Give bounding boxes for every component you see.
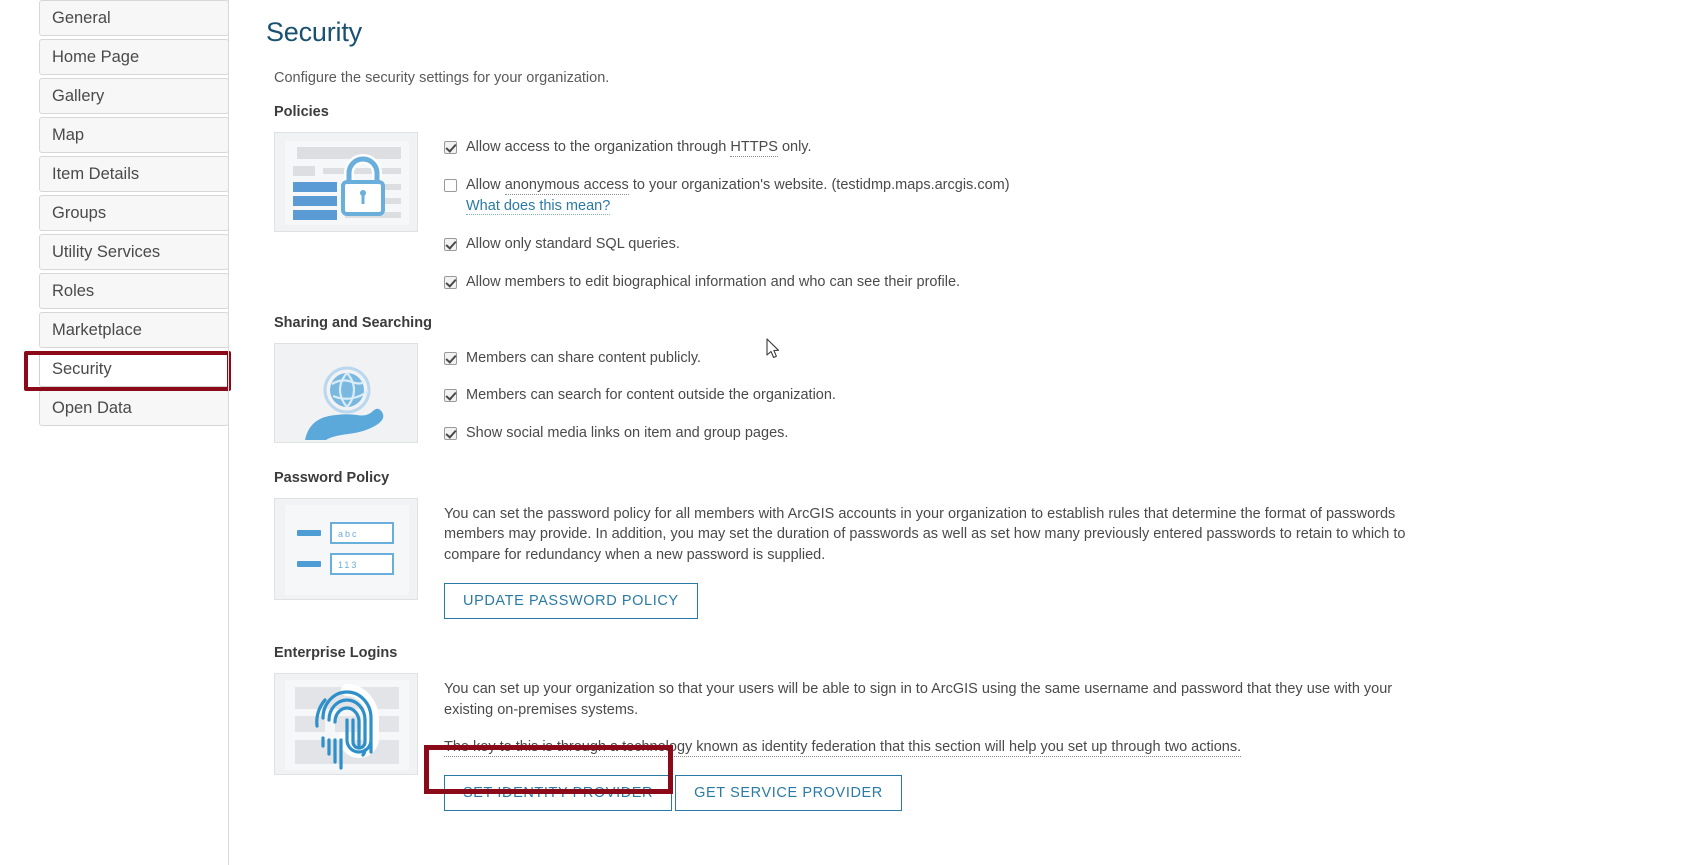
section-heading-sharing-and-searching: Sharing and Searching — [274, 314, 432, 331]
label-text-pre: Allow — [466, 176, 505, 193]
sidebar-item-label: Marketplace — [52, 321, 142, 339]
globe-in-hand-icon — [274, 342, 418, 443]
sidebar-divider — [228, 0, 229, 865]
set-identity-provider-button[interactable]: SET IDENTITY PROVIDER — [444, 775, 673, 812]
globe-in-hand-icon-graphic — [275, 343, 417, 442]
checkbox-members-share-publicly[interactable] — [444, 351, 457, 365]
password-policy-content: You can set the password policy for all … — [444, 498, 1662, 620]
main-content: Security Configure the security settings… — [256, 0, 1682, 865]
enterprise-logins-button-row: SET IDENTITY PROVIDER GET SERVICE PROVID… — [444, 757, 1662, 812]
enterprise-logins-content: You can set up your organization so that… — [444, 673, 1662, 812]
label-text-pre: Allow access to the organization through — [466, 139, 731, 155]
checkbox-label-edit-biographical-info: Allow members to edit biographical infor… — [466, 273, 961, 290]
page-subtitle: Configure the security settings for your… — [274, 70, 610, 86]
checkbox-label-share-publicly: Members can share content publicly. — [466, 349, 702, 366]
lock-document-icon-graphic — [285, 141, 409, 225]
fingerprint-icon — [274, 673, 418, 776]
sidebar-item-label: General — [52, 9, 111, 27]
checkbox-show-social-media-links[interactable] — [444, 427, 457, 441]
checkbox-row-share-publicly: Members can share content publicly. — [444, 349, 1662, 369]
password-form-icon-graphic: abc 113 — [275, 498, 417, 599]
checkbox-row-standard-sql: Allow only standard SQL queries. — [444, 235, 1662, 255]
sidebar-item-utility-services[interactable]: Utility Services — [39, 234, 229, 270]
checkbox-row-social-media-links: Show social media links on item and grou… — [444, 424, 1662, 444]
sidebar-item-home-page[interactable]: Home Page — [39, 39, 229, 75]
lock-document-icon — [274, 132, 418, 232]
sidebar-item-gallery[interactable]: Gallery — [39, 78, 229, 114]
checkbox-row-search-outside-org: Members can search for content outside t… — [444, 386, 1662, 406]
policies-checkbox-list: Allow access to the organization through… — [444, 132, 1662, 293]
fingerprint-icon-graphic — [275, 674, 417, 775]
checkbox-label-https-only: Allow access to the organization through… — [466, 138, 812, 158]
checkbox-anonymous-access[interactable] — [444, 178, 457, 192]
page-title: Security — [266, 17, 362, 47]
enterprise-logins-description-1: You can set up your organization so that… — [444, 681, 1393, 719]
section-heading-enterprise-logins: Enterprise Logins — [274, 645, 398, 662]
security-settings-page: General Home Page Gallery Map Item Detai… — [0, 0, 1682, 865]
policies-section: Allow access to the organization through… — [266, 132, 1662, 293]
settings-sidebar: General Home Page Gallery Map Item Detai… — [39, 0, 229, 429]
get-service-provider-button[interactable]: GET SERVICE PROVIDER — [675, 775, 902, 812]
checkbox-label-social-media-links: Show social media links on item and grou… — [466, 425, 789, 442]
enterprise-logins-description-2-text: The key to this is through a technology … — [444, 738, 1242, 757]
section-heading-password-policy: Password Policy — [274, 469, 390, 486]
sidebar-item-label: Home Page — [52, 48, 140, 66]
sidebar-item-groups[interactable]: Groups — [39, 195, 229, 231]
sidebar-item-item-details[interactable]: Item Details — [39, 156, 229, 192]
sidebar-item-label: Groups — [52, 204, 107, 222]
update-password-policy-button[interactable]: UPDATE PASSWORD POLICY — [444, 583, 698, 620]
tooltip-term-https[interactable]: HTTPS — [730, 139, 778, 157]
password-policy-section: abc 113 You can set the password policy … — [266, 497, 1662, 620]
sidebar-item-label: Security — [52, 360, 112, 378]
password-form-icon: abc 113 — [274, 497, 418, 600]
checkbox-row-edit-biographical-info: Allow members to edit biographical infor… — [444, 273, 1662, 293]
sidebar-item-map[interactable]: Map — [39, 117, 229, 153]
svg-text:113: 113 — [338, 560, 358, 570]
checkbox-label-standard-sql: Allow only standard SQL queries. — [466, 236, 680, 253]
sidebar-item-label: Open Data — [52, 399, 132, 417]
sharing-section: Members can share content publicly. Memb… — [266, 342, 1662, 444]
sidebar-item-label: Roles — [52, 282, 95, 300]
checkbox-row-https-only: Allow access to the organization through… — [444, 138, 1662, 158]
enterprise-logins-description-2: The key to this is through a technology … — [444, 737, 1424, 758]
sidebar-item-label: Item Details — [52, 165, 140, 183]
checkbox-row-anonymous-access: Allow anonymous access to your organizat… — [444, 176, 1662, 217]
what-does-this-mean-link[interactable]: What does this mean? — [466, 198, 611, 216]
section-heading-policies: Policies — [274, 104, 329, 120]
sidebar-item-marketplace[interactable]: Marketplace — [39, 312, 229, 348]
label-text-post: only. — [777, 139, 812, 155]
checkbox-standard-sql-queries[interactable] — [444, 238, 457, 252]
checkbox-https-only[interactable] — [444, 141, 457, 154]
sidebar-item-general[interactable]: General — [39, 0, 229, 36]
sidebar-item-label: Gallery — [52, 87, 105, 105]
enterprise-logins-section: You can set up your organization so that… — [266, 673, 1662, 812]
sidebar-item-roles[interactable]: Roles — [39, 273, 229, 309]
checkbox-edit-biographical-info[interactable] — [444, 275, 457, 289]
tooltip-term-anonymous-access[interactable]: anonymous access — [504, 176, 629, 195]
checkbox-members-search-outside-org[interactable] — [444, 389, 457, 403]
sidebar-item-label: Utility Services — [52, 243, 161, 261]
label-text-post: to your organization's website. (testidm… — [628, 176, 1010, 193]
checkbox-label-search-outside-org: Members can search for content outside t… — [466, 387, 836, 404]
password-policy-description: You can set the password policy for all … — [444, 505, 1406, 563]
sidebar-item-security[interactable]: Security — [39, 351, 229, 387]
checkbox-label-anonymous-access: Allow anonymous access to your organizat… — [466, 176, 1010, 217]
sidebar-item-label: Map — [52, 126, 85, 144]
svg-text:abc: abc — [338, 529, 359, 539]
sharing-checkbox-list: Members can share content publicly. Memb… — [444, 343, 1662, 444]
sidebar-item-open-data[interactable]: Open Data — [39, 390, 229, 426]
